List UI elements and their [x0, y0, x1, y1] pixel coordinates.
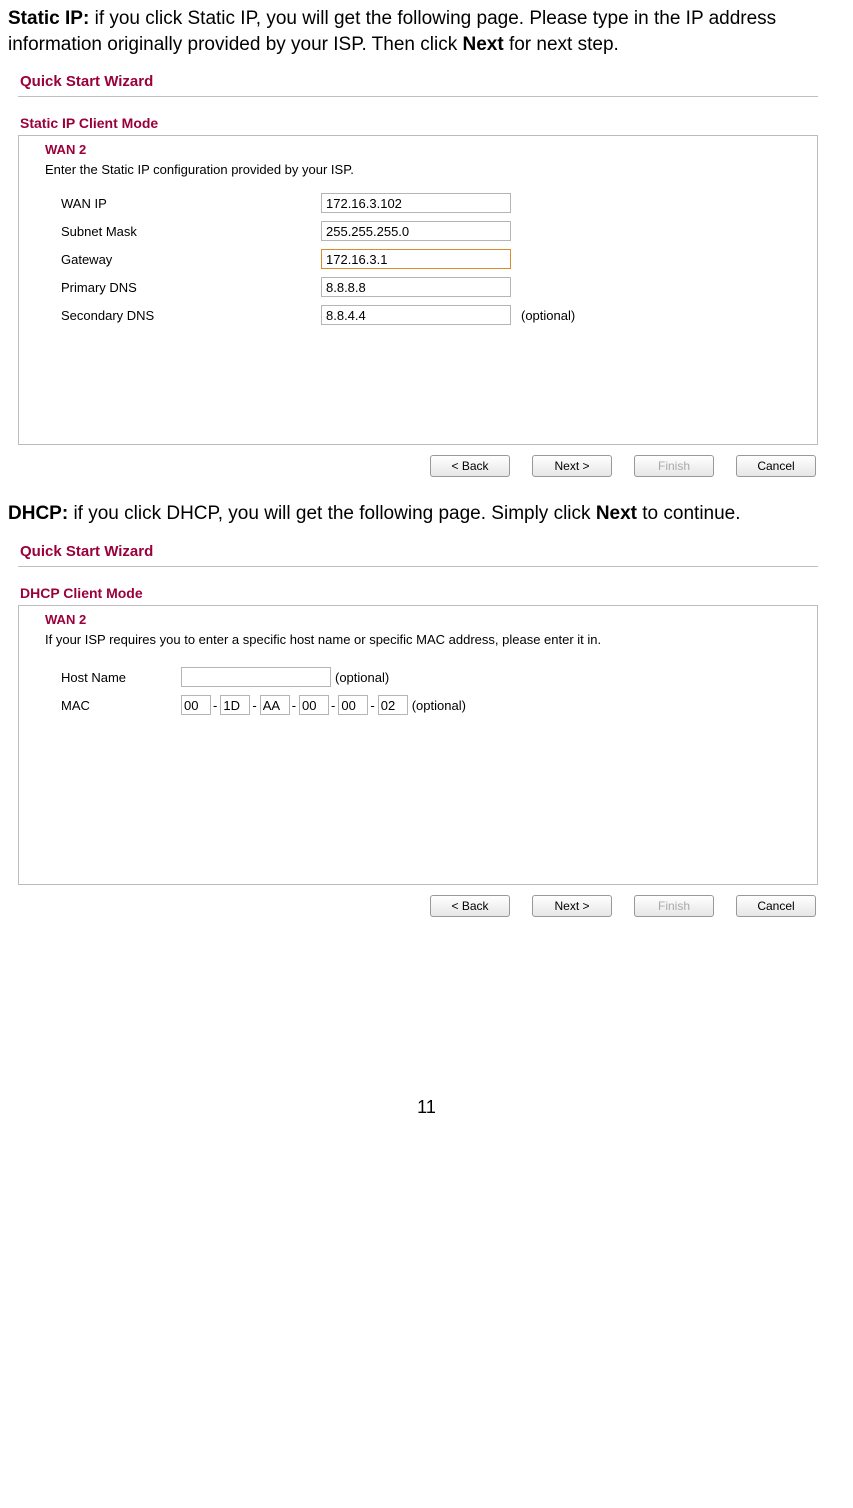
label-mac: MAC [45, 698, 181, 713]
tail-static-ip: for next step. [504, 34, 619, 55]
gateway-input[interactable] [321, 249, 511, 269]
static-ip-screenshot: Quick Start Wizard Static IP Client Mode… [18, 73, 818, 477]
dhcp-panel: WAN 2 If your ISP requires you to enter … [18, 605, 818, 885]
lead-dhcp: DHCP: [8, 503, 68, 524]
secondary-dns-input[interactable] [321, 305, 511, 325]
static-ip-panel: WAN 2 Enter the Static IP configuration … [18, 135, 818, 445]
mac-sep: - [292, 698, 296, 713]
cancel-button[interactable]: Cancel [736, 455, 816, 477]
primary-dns-input[interactable] [321, 277, 511, 297]
label-hostname: Host Name [45, 670, 181, 685]
static-desc: Enter the Static IP configuration provid… [45, 161, 807, 179]
wan-ip-input[interactable] [321, 193, 511, 213]
dhcp-desc: If your ISP requires you to enter a spec… [45, 631, 807, 649]
bold-next-1: Next [462, 34, 503, 55]
next-button-2[interactable]: Next > [532, 895, 612, 917]
label-wan-ip: WAN IP [45, 196, 321, 211]
paragraph-dhcp: DHCP: if you click DHCP, you will get th… [8, 501, 845, 527]
mac-input-3[interactable] [260, 695, 290, 715]
wizard-title-2: Quick Start Wizard [20, 543, 818, 560]
label-subnet: Subnet Mask [45, 224, 321, 239]
bold-next-2: Next [596, 503, 637, 524]
mac-sep: - [331, 698, 335, 713]
cancel-button-2[interactable]: Cancel [736, 895, 816, 917]
mac-input-5[interactable] [338, 695, 368, 715]
next-button[interactable]: Next > [532, 455, 612, 477]
wan-heading: WAN 2 [45, 142, 807, 157]
optional-label-3: (optional) [412, 698, 466, 713]
optional-label-1: (optional) [521, 308, 575, 323]
divider [18, 96, 818, 97]
tail-dhcp: to continue. [637, 503, 741, 524]
label-gateway: Gateway [45, 252, 321, 267]
label-pdns: Primary DNS [45, 280, 321, 295]
page-number: 11 [8, 1097, 845, 1118]
wizard-title: Quick Start Wizard [20, 73, 818, 90]
text-dhcp: if you click DHCP, you will get the foll… [68, 503, 596, 524]
dhcp-mode-title: DHCP Client Mode [20, 585, 818, 601]
optional-label-2: (optional) [335, 670, 389, 685]
finish-button: Finish [634, 455, 714, 477]
subnet-input[interactable] [321, 221, 511, 241]
wan-heading-2: WAN 2 [45, 612, 807, 627]
divider-2 [18, 566, 818, 567]
hostname-input[interactable] [181, 667, 331, 687]
back-button[interactable]: < Back [430, 455, 510, 477]
mac-sep: - [370, 698, 374, 713]
static-mode-title: Static IP Client Mode [20, 115, 818, 131]
lead-static-ip: Static IP: [8, 8, 89, 29]
back-button-2[interactable]: < Back [430, 895, 510, 917]
label-sdns: Secondary DNS [45, 308, 321, 323]
finish-button-2: Finish [634, 895, 714, 917]
mac-sep: - [213, 698, 217, 713]
text-static-ip: if you click Static IP, you will get the… [8, 8, 776, 55]
mac-input-2[interactable] [220, 695, 250, 715]
paragraph-static-ip: Static IP: if you click Static IP, you w… [8, 6, 845, 57]
mac-input-1[interactable] [181, 695, 211, 715]
mac-input-4[interactable] [299, 695, 329, 715]
mac-sep: - [252, 698, 256, 713]
mac-input-6[interactable] [378, 695, 408, 715]
dhcp-screenshot: Quick Start Wizard DHCP Client Mode WAN … [18, 543, 818, 917]
